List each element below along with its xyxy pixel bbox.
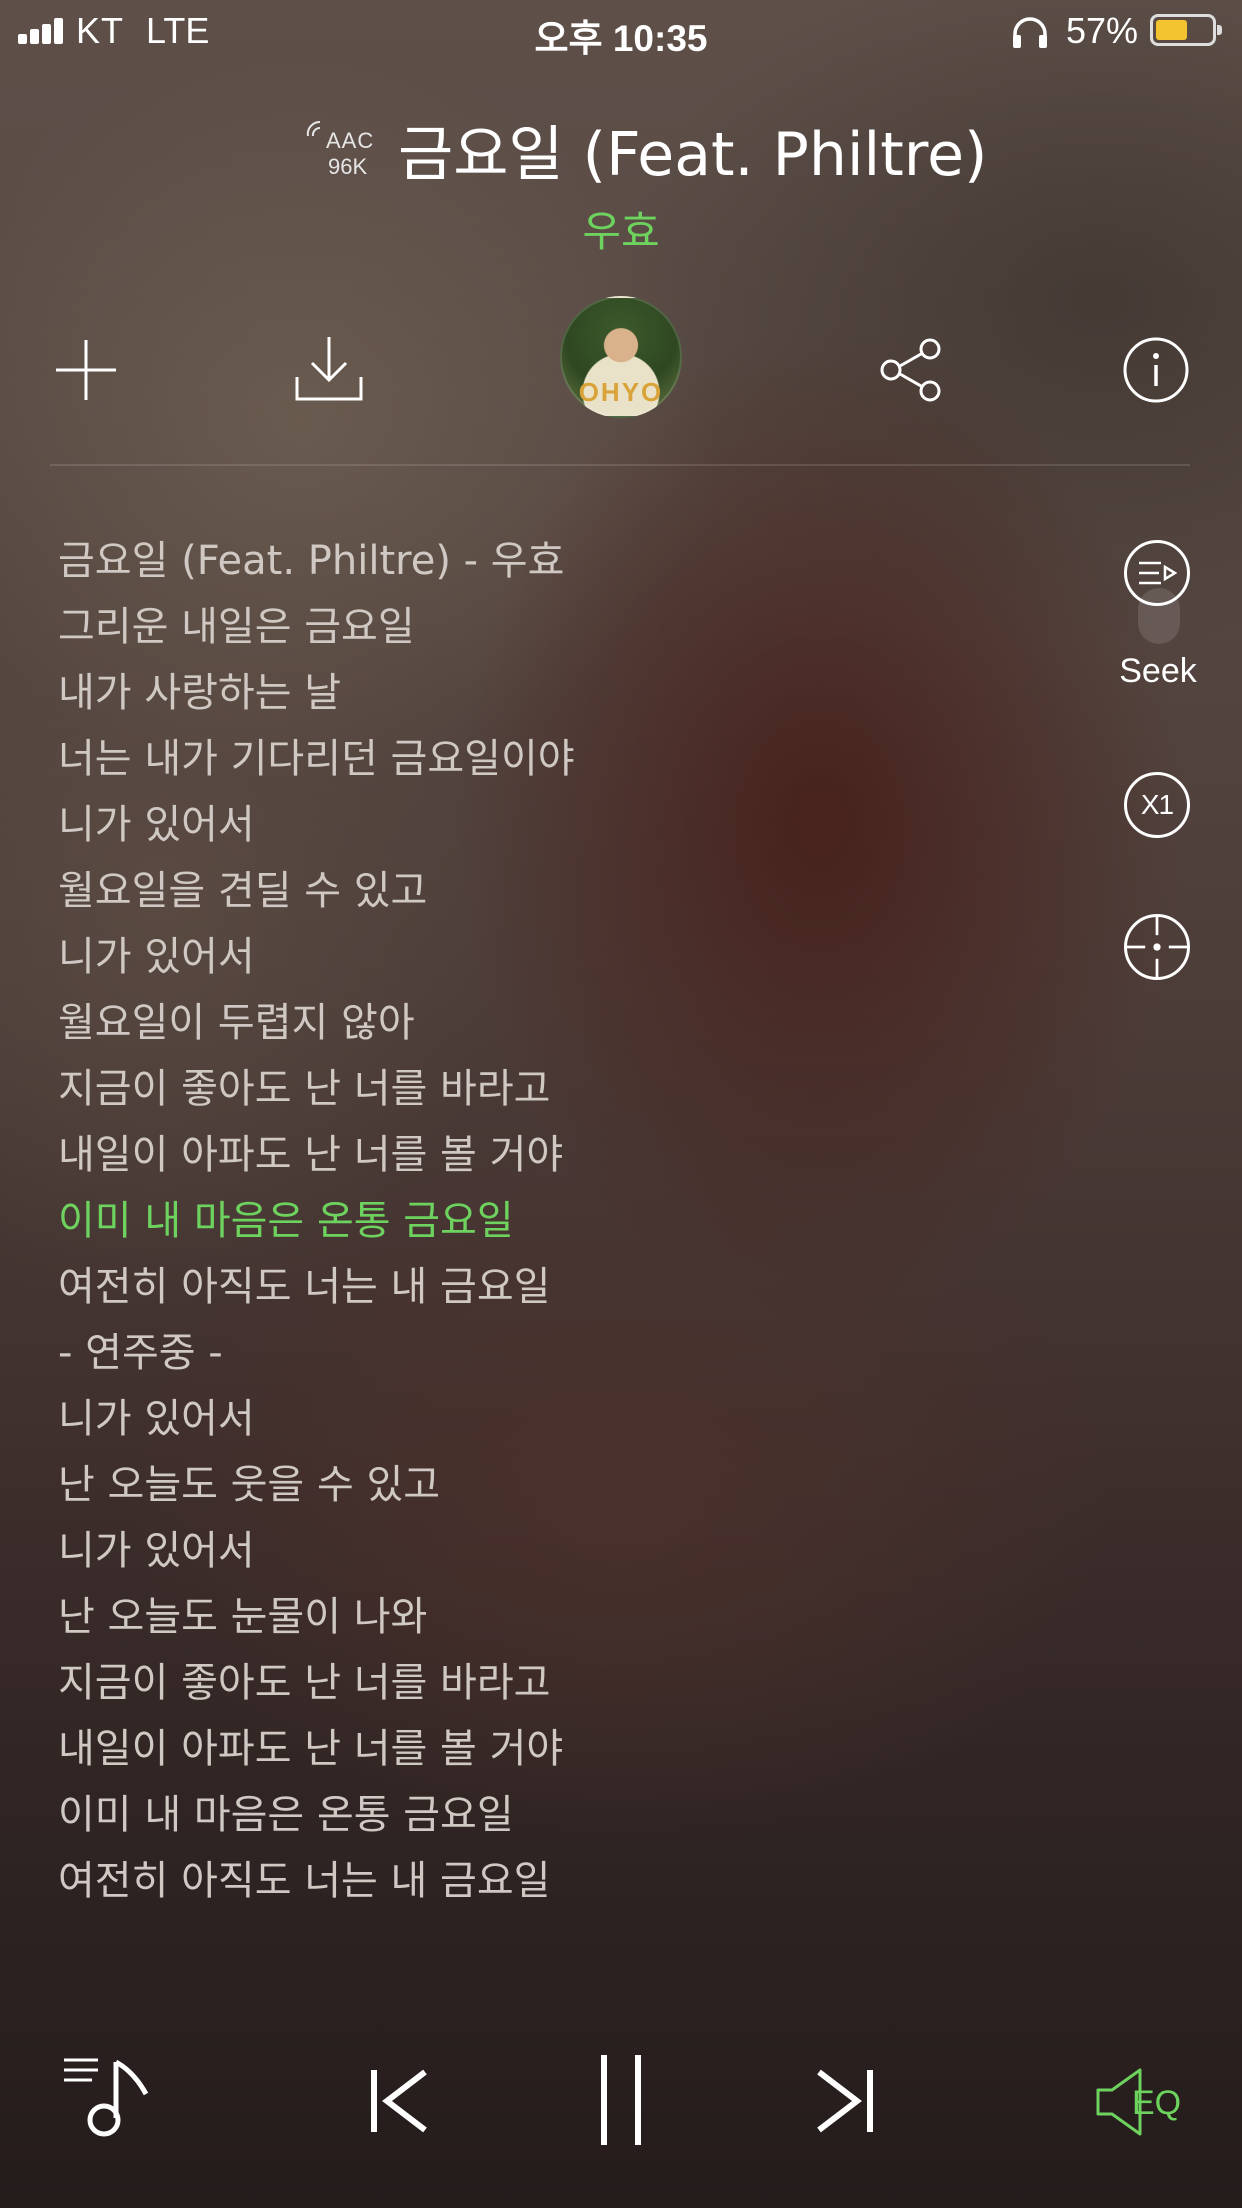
share-button[interactable] [876,336,946,404]
speed-label: X1 [1140,789,1174,820]
signal-wave-icon [306,120,321,137]
album-art[interactable]: OHYO [560,296,682,418]
song-title: 금요일 (Feat. Philtre) [398,120,988,190]
info-button[interactable] [1122,336,1190,404]
header-divider [50,464,1190,466]
lyric-line[interactable]: 니가 있어서 [58,792,1038,858]
add-icon [56,340,116,400]
codec-label: AAC [326,128,375,153]
eq-label: EQ [1132,2084,1182,2122]
lyric-line[interactable]: 지금이 좋아도 난 너를 바라고 [58,1056,1038,1122]
audio-quality-badge: AAC 96K [306,116,380,179]
battery-icon [1150,14,1222,46]
lyric-line[interactable]: 여전히 아직도 너는 내 금요일 [58,1254,1038,1320]
pause-icon [601,2055,641,2145]
playback-speed-button[interactable]: X1 [1124,772,1190,838]
equalizer-button[interactable]: EQ [1094,2066,1186,2138]
next-button[interactable] [814,2066,876,2136]
info-icon [1123,337,1189,403]
lyric-line[interactable]: 니가 있어서 [58,1518,1038,1584]
lyric-line[interactable]: 월요일을 견딜 수 있고 [58,858,1038,924]
lyric-line[interactable]: 그리운 내일은 금요일 [58,594,1038,660]
lyric-line[interactable]: 난 오늘도 눈물이 나와 [58,1584,1038,1650]
download-button[interactable] [292,334,366,404]
lyric-line[interactable]: 지금이 좋아도 난 너를 바라고 [58,1650,1038,1716]
pause-button[interactable] [598,2052,644,2148]
lyric-line[interactable]: 이미 내 마음은 온통 금요일 [58,1782,1038,1848]
battery-fill [1156,20,1187,40]
headphone-icon [1013,17,1047,48]
battery-percent: 57% [1066,10,1139,51]
lyric-line[interactable]: 월요일이 두렵지 않아 [58,990,1038,1056]
artist-name[interactable]: 우효 [0,198,1242,259]
lyrics-list-icon [1139,561,1177,585]
share-icon [880,338,941,402]
lyric-line[interactable]: 니가 있어서 [58,1386,1038,1452]
previous-button[interactable] [368,2066,430,2136]
lyric-line-active[interactable]: 이미 내 마음은 온통 금요일 [58,1188,1038,1254]
next-icon [817,2069,873,2133]
lyric-line[interactable]: 여전히 아직도 너는 내 금요일 [58,1848,1038,1914]
lyrics-list[interactable]: 금요일 (Feat. Philtre) - 우효 그리운 내일은 금요일 내가 사랑… [58,528,1038,1914]
status-bar: KT LTE 오후 10:35 57% [0,0,1242,62]
lyric-line[interactable]: 너는 내가 기다리던 금요일이야 [58,726,1038,792]
lyric-line[interactable]: 내가 사랑하는 날 [58,660,1038,726]
lyric-line[interactable]: 내일이 아파도 난 너를 볼 거야 [58,1122,1038,1188]
lyric-line[interactable]: 금요일 (Feat. Philtre) - 우효 [58,528,1038,594]
locate-current-lyric-button[interactable] [1124,914,1190,980]
bitrate-label: 96K [328,154,368,179]
lyric-line[interactable]: 난 오늘도 웃을 수 있고 [58,1452,1038,1518]
download-icon [295,337,363,401]
status-time: 오후 10:35 [534,18,708,59]
seek-label[interactable]: Seek [1108,652,1208,691]
album-cover-text: OHYO [578,377,664,407]
playlist-music-icon [64,2058,149,2137]
previous-icon [371,2069,427,2133]
lyric-line[interactable]: - 연주중 - [58,1320,1038,1386]
seek-handle[interactable] [1138,588,1180,644]
crosshair-icon [1127,917,1187,977]
lyric-line[interactable]: 내일이 아파도 난 너를 볼 거야 [58,1716,1038,1782]
lyric-line[interactable]: 니가 있어서 [58,924,1038,990]
playlist-button[interactable] [62,2054,154,2138]
add-to-playlist-button[interactable] [52,336,120,404]
